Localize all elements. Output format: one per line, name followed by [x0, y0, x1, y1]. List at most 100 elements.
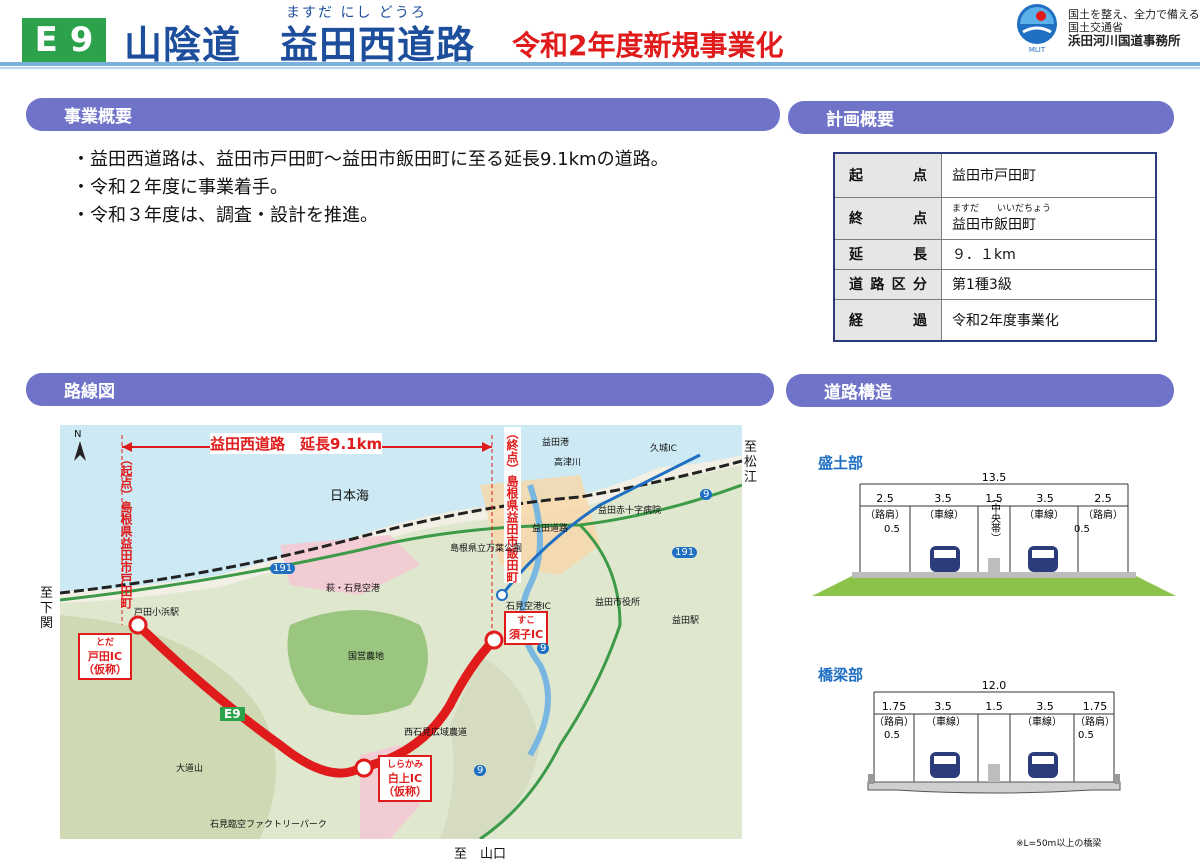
- table-cell: 令和2年度事業化: [941, 298, 1157, 342]
- overview-list: ・益田西道路は、益田市戸田町～益田市飯田町に至る延長9.1kmの道路。 ・令和２…: [72, 146, 669, 230]
- svg-text:（車線）: （車線）: [1022, 715, 1062, 728]
- svg-text:（路肩）: （路肩）: [874, 715, 914, 728]
- ic-marker: [128, 615, 148, 635]
- section-route-map-heading: 路線図: [26, 373, 774, 406]
- svg-text:（車線）: （車線）: [926, 715, 966, 728]
- north-label: N: [74, 429, 82, 440]
- plan-table: 起点 益田市戸田町 終点 ますだ いいだちょう 益田市飯田町 延長 ９．１km …: [833, 152, 1157, 342]
- svg-text:1.75: 1.75: [1083, 700, 1108, 713]
- place-label: 益田赤十字病院: [598, 506, 662, 516]
- svg-text:3.5: 3.5: [934, 492, 952, 505]
- ic-ruby: すこ: [517, 616, 536, 626]
- cell-value: 益田市飯田町: [952, 216, 1036, 233]
- table-header-cell: 道路区分: [833, 268, 942, 300]
- start-point-label: （起点）島根県益田市戸田町: [119, 453, 133, 609]
- ic-label-shirakami: しらかみ 白上IC （仮称）: [378, 755, 432, 802]
- svg-text:（路肩）: （路肩）: [1075, 715, 1115, 728]
- ic-name: 白上IC: [387, 772, 423, 785]
- place-label: 石見臨空ファクトリーパーク: [210, 820, 327, 830]
- table-cell: ますだ いいだちょう 益田市飯田町: [941, 196, 1157, 240]
- svg-text:（車線）: （車線）: [924, 508, 964, 521]
- bridge-note: ※L=50m以上の橋梁: [1016, 839, 1102, 849]
- route-shield-icon: 191: [672, 547, 698, 558]
- svg-text:1.5: 1.5: [985, 700, 1003, 713]
- header-stripe-light: [0, 67, 1200, 69]
- place-label: 戸田小浜駅: [134, 608, 180, 618]
- table-cell: 益田市戸田町: [941, 152, 1157, 198]
- svg-text:（路肩）: （路肩）: [865, 508, 905, 521]
- direction-yamaguchi: 至 山口: [454, 847, 507, 862]
- table-row: 終点 ますだ いいだちょう 益田市飯田町: [833, 196, 1157, 240]
- page-subtitle: 令和2年度新規事業化: [512, 29, 784, 62]
- table-header-cell: 延長: [833, 238, 942, 270]
- bridge-section: 12.0 1.75 3.5 1.5 3.5 1.75 （路肩） （車線） （車線…: [867, 679, 1121, 794]
- svg-text:2.5: 2.5: [1094, 492, 1112, 505]
- svg-text:0.5: 0.5: [884, 730, 900, 741]
- table-header-cell: 終点: [833, 196, 942, 240]
- overview-bullet: ・益田西道路は、益田市戸田町～益田市飯田町に至る延長9.1kmの道路。: [72, 149, 669, 170]
- place-label: 西石見広域農道: [404, 728, 468, 738]
- section-plan-heading: 計画概要: [788, 101, 1174, 134]
- svg-text:（路肩）: （路肩）: [1083, 508, 1123, 521]
- svg-text:MLIT: MLIT: [1029, 46, 1046, 54]
- table-row: 起点 益田市戸田町: [833, 152, 1157, 198]
- place-label: 益田駅: [672, 616, 700, 626]
- place-label: 久城IC: [650, 444, 677, 454]
- page-title: 山陰道 益田西道路: [124, 23, 476, 67]
- table-row: 延長 ９．１km: [833, 238, 1157, 270]
- svg-text:（中央帯）: （中央帯）: [989, 493, 1001, 543]
- org-slogan: 国土を整え、全力で備える: [1068, 8, 1200, 21]
- overview-bullet: ・令和３年度は、調査・設計を推進。: [72, 205, 378, 226]
- table-cell: ９．１km: [941, 238, 1157, 270]
- overview-bullet: ・令和２年度に事業着手。: [72, 177, 288, 198]
- table-row: 経過 令和2年度事業化: [833, 298, 1157, 342]
- ic-label-suko: すこ 須子IC: [504, 611, 549, 645]
- table-row: 道路区分 第1種3級: [833, 268, 1157, 300]
- ic-name: 須子IC: [509, 628, 544, 641]
- svg-text:0.5: 0.5: [884, 524, 900, 535]
- svg-text:3.5: 3.5: [1036, 492, 1054, 505]
- svg-text:3.5: 3.5: [1036, 700, 1054, 713]
- length-label: 益田西道路 延長9.1km: [210, 433, 383, 454]
- svg-text:（車線）: （車線）: [1024, 508, 1064, 521]
- embankment-section: 13.5 2.5 3.5 1.5 3.5 2.5 （路肩） （車線） （車線） …: [812, 471, 1176, 596]
- ic-ruby: しらかみ: [386, 760, 423, 770]
- org-name: 国土を整え、全力で備える 国土交通省 浜田河川国道事務所: [1068, 8, 1200, 47]
- mlit-logo-icon: MLIT: [1017, 4, 1057, 54]
- ic-marker: [354, 758, 374, 778]
- table-cell: 第1種3級: [941, 268, 1157, 300]
- place-label: 萩・石見空港: [326, 584, 381, 594]
- section-structure-heading: 道路構造: [786, 374, 1174, 407]
- table-header-cell: 経過: [833, 298, 942, 342]
- direction-matsue: 至松江: [744, 440, 758, 485]
- ic-ruby: とだ: [95, 638, 114, 648]
- svg-text:2.5: 2.5: [876, 492, 894, 505]
- place-label: 国営農地: [348, 652, 385, 662]
- svg-text:1.75: 1.75: [882, 700, 907, 713]
- place-label: 大道山: [176, 764, 204, 774]
- ic-note: （仮称）: [83, 663, 127, 676]
- ic-marker: [484, 630, 504, 650]
- place-label: 石見空港IC: [506, 602, 551, 612]
- embankment-total: 13.5: [982, 471, 1007, 484]
- route-shield-icon: 191: [270, 563, 296, 574]
- ic-note: （仮称）: [383, 785, 427, 798]
- sea-label: 日本海: [330, 489, 370, 504]
- place-label: 高津川: [554, 458, 582, 468]
- route-badge-map: E9: [220, 707, 245, 721]
- place-label: 益田道路: [532, 524, 569, 534]
- direction-shimonoseki: 至下関: [40, 586, 54, 631]
- header-stripe: [0, 62, 1200, 66]
- place-label: 益田港: [542, 438, 570, 448]
- table-header-cell: 起点: [833, 152, 942, 198]
- org-office: 浜田河川国道事務所: [1068, 33, 1181, 48]
- ruby-text: ますだ いいだちょう: [952, 203, 1052, 214]
- section-overview-heading: 事業概要: [26, 98, 780, 131]
- place-label: 益田市役所: [595, 598, 641, 608]
- route-badge: E 9: [22, 18, 106, 62]
- svg-text:0.5: 0.5: [1078, 730, 1094, 741]
- svg-text:3.5: 3.5: [934, 700, 952, 713]
- end-point-label: （終点）島根県益田市飯田町: [504, 427, 521, 583]
- ic-name: 戸田IC: [87, 650, 123, 663]
- svg-text:0.5: 0.5: [1074, 524, 1090, 535]
